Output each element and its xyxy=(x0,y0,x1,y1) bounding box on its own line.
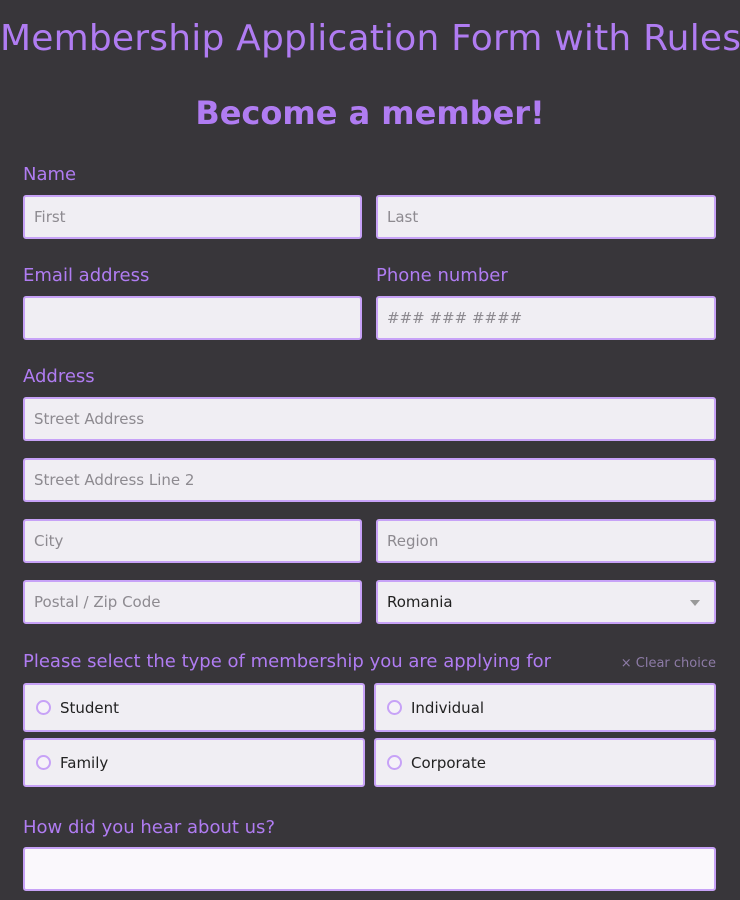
membership-option-individual[interactable]: Individual xyxy=(374,683,716,732)
country-select[interactable]: Romania xyxy=(376,580,716,624)
form-title: Membership Application Form with Rules xyxy=(0,18,740,59)
membership-option-label: Individual xyxy=(411,698,485,717)
membership-option-label: Student xyxy=(60,698,120,717)
membership-option-label: Corporate xyxy=(411,753,486,772)
name-label: Name xyxy=(23,164,77,185)
country-selected-value: Romania xyxy=(387,593,453,611)
radio-icon[interactable] xyxy=(36,755,51,770)
referral-label: How did you hear about us? xyxy=(23,817,275,838)
postal-code-input[interactable] xyxy=(23,580,362,624)
street-address-input[interactable] xyxy=(23,397,716,441)
phone-input[interactable] xyxy=(376,296,716,340)
region-input[interactable] xyxy=(376,519,716,563)
membership-option-family[interactable]: Family xyxy=(23,738,365,787)
last-name-input[interactable] xyxy=(376,195,716,239)
membership-option-corporate[interactable]: Corporate xyxy=(374,738,716,787)
radio-icon[interactable] xyxy=(36,700,51,715)
radio-icon[interactable] xyxy=(387,755,402,770)
chevron-down-icon xyxy=(690,600,700,606)
close-icon: × xyxy=(620,656,632,671)
membership-option-label: Family xyxy=(60,753,109,772)
membership-form-page: Membership Application Form with Rules B… xyxy=(0,0,740,900)
clear-choice-button[interactable]: × Clear choice xyxy=(621,656,716,671)
first-name-input[interactable] xyxy=(23,195,362,239)
referral-input[interactable] xyxy=(23,847,716,891)
address-label: Address xyxy=(23,366,95,387)
email-label: Email address xyxy=(23,265,150,286)
membership-option-student[interactable]: Student xyxy=(23,683,365,732)
street-address-line2-input[interactable] xyxy=(23,458,716,502)
city-input[interactable] xyxy=(23,519,362,563)
phone-label: Phone number xyxy=(376,265,508,286)
radio-icon[interactable] xyxy=(387,700,402,715)
membership-type-label: Please select the type of membership you… xyxy=(23,651,552,672)
clear-choice-label: Clear choice xyxy=(635,656,716,671)
email-input[interactable] xyxy=(23,296,362,340)
form-subtitle: Become a member! xyxy=(195,94,545,132)
